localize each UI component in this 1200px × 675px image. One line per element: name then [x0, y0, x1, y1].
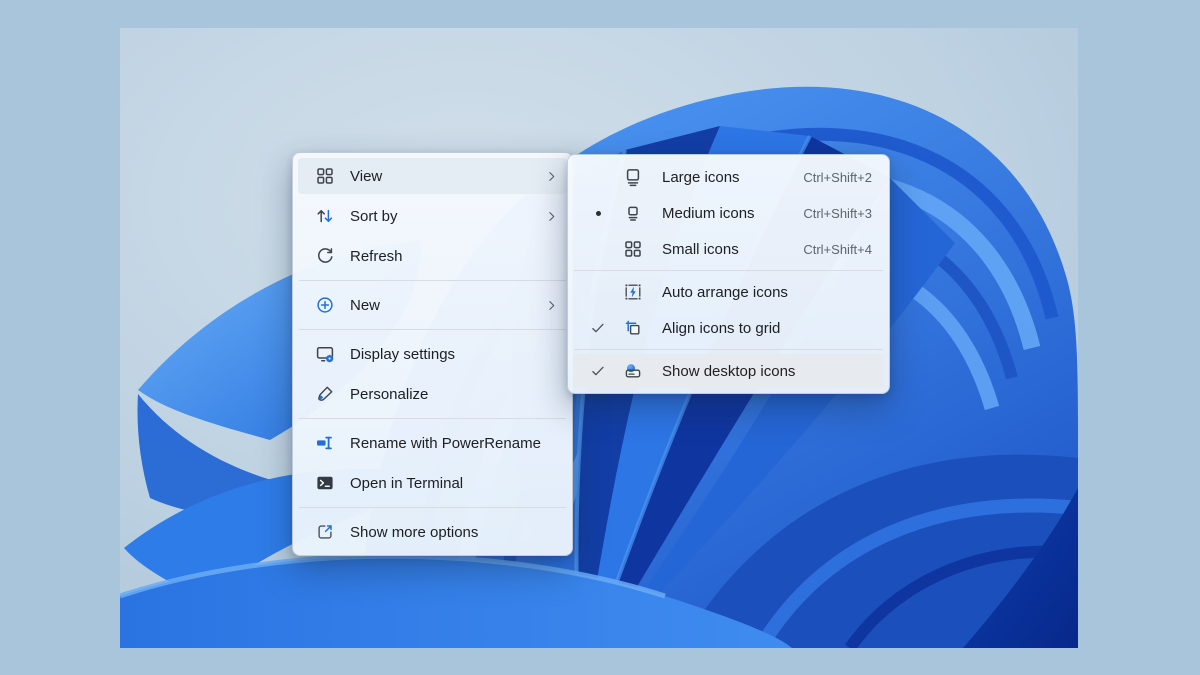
submenu-item-small-icons[interactable]: Small icons Ctrl+Shift+4	[573, 232, 884, 266]
marker-none	[588, 282, 608, 302]
menu-item-view[interactable]: View	[298, 158, 567, 194]
submenu-item-label: Align icons to grid	[662, 320, 780, 337]
menu-item-new[interactable]: New	[298, 287, 567, 323]
menu-separator	[299, 280, 566, 281]
screenshot-root: { "context_menu": { "groups": [ { "items…	[0, 0, 1200, 675]
shortcut-text: Ctrl+Shift+3	[803, 206, 872, 221]
chevron-right-icon	[544, 169, 559, 184]
view-submenu: Large icons Ctrl+Shift+2 Medium icons Ct…	[567, 154, 890, 394]
submenu-item-large-icons[interactable]: Large icons Ctrl+Shift+2	[573, 160, 884, 194]
submenu-item-align-icons-to-grid[interactable]: Align icons to grid	[573, 311, 884, 345]
menu-item-label: Refresh	[350, 248, 403, 265]
menu-item-personalize[interactable]: Personalize	[298, 376, 567, 412]
menu-separator	[574, 349, 883, 350]
powerrename-icon	[315, 433, 335, 453]
submenu-item-label: Auto arrange icons	[662, 284, 788, 301]
context-menu: View Sort by Refresh New Display setting…	[292, 152, 573, 556]
menu-item-open-in-terminal[interactable]: Open in Terminal	[298, 465, 567, 501]
submenu-item-label: Show desktop icons	[662, 363, 795, 380]
submenu-item-label: Large icons	[662, 169, 740, 186]
menu-item-sort-by[interactable]: Sort by	[298, 198, 567, 234]
submenu-item-auto-arrange-icons[interactable]: Auto arrange icons	[573, 275, 884, 309]
expand-icon	[315, 522, 335, 542]
menu-separator	[299, 507, 566, 508]
menu-separator	[299, 418, 566, 419]
checkmark-icon	[588, 318, 608, 338]
menu-item-label: Rename with PowerRename	[350, 435, 541, 452]
menu-item-label: View	[350, 168, 382, 185]
align-grid-icon	[623, 318, 643, 338]
shortcut-text: Ctrl+Shift+4	[803, 242, 872, 257]
medium-icons-icon	[623, 203, 643, 223]
sort-arrows-icon	[315, 206, 335, 226]
menu-separator	[299, 329, 566, 330]
submenu-item-show-desktop-icons[interactable]: Show desktop icons	[573, 354, 884, 388]
display-settings-icon	[315, 344, 335, 364]
paintbrush-icon	[315, 384, 335, 404]
checkmark-icon	[588, 361, 608, 381]
grid-icon	[315, 166, 335, 186]
menu-item-label: Sort by	[350, 208, 398, 225]
plus-circle-icon	[315, 295, 335, 315]
chevron-right-icon	[544, 209, 559, 224]
submenu-item-medium-icons[interactable]: Medium icons Ctrl+Shift+3	[573, 196, 884, 230]
submenu-item-label: Medium icons	[662, 205, 755, 222]
small-icons-icon	[623, 239, 643, 259]
marker-none	[588, 239, 608, 259]
menu-item-refresh[interactable]: Refresh	[298, 238, 567, 274]
marker-none	[588, 167, 608, 187]
menu-item-rename-with-powerrename[interactable]: Rename with PowerRename	[298, 425, 567, 461]
auto-arrange-icon	[623, 282, 643, 302]
shortcut-text: Ctrl+Shift+2	[803, 170, 872, 185]
terminal-icon	[315, 473, 335, 493]
menu-item-show-more-options[interactable]: Show more options	[298, 514, 567, 550]
refresh-icon	[315, 246, 335, 266]
menu-separator	[574, 270, 883, 271]
menu-item-label: Show more options	[350, 524, 478, 541]
show-desktop-icon	[623, 361, 643, 381]
large-icons-icon	[623, 167, 643, 187]
menu-item-label: Open in Terminal	[350, 475, 463, 492]
menu-item-label: Display settings	[350, 346, 455, 363]
submenu-item-label: Small icons	[662, 241, 739, 258]
menu-item-label: New	[350, 297, 380, 314]
menu-item-label: Personalize	[350, 386, 428, 403]
menu-item-display-settings[interactable]: Display settings	[298, 336, 567, 372]
chevron-right-icon	[544, 298, 559, 313]
bullet-selected-icon	[588, 203, 608, 223]
